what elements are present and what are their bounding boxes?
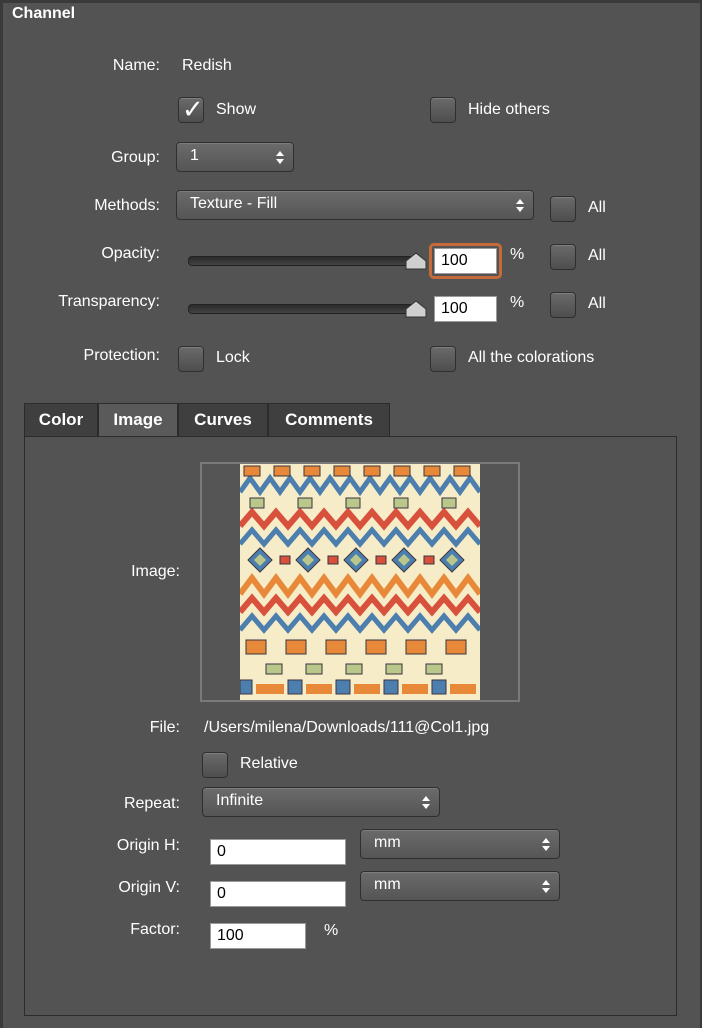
transparency-all-label: All — [588, 295, 606, 312]
relative-label: Relative — [240, 755, 298, 772]
factor-unit: % — [324, 922, 339, 939]
name-label: Name: — [112, 57, 160, 74]
texture-image — [240, 464, 480, 700]
origin-h-label: Origin H: — [116, 837, 180, 854]
opacity-all-label: All — [588, 247, 606, 264]
factor-label: Factor: — [130, 921, 180, 938]
transparency-all-checkbox[interactable] — [550, 292, 576, 318]
file-label: File: — [149, 719, 180, 736]
updown-arrows-icon — [275, 146, 285, 168]
group-select-value: 1 — [190, 147, 199, 164]
tab-image[interactable]: Image — [98, 403, 178, 437]
relative-checkbox[interactable] — [202, 752, 228, 778]
group-label: Group: — [111, 149, 160, 166]
origin-v-label: Origin V: — [118, 879, 180, 896]
all-colorations-checkbox[interactable] — [430, 346, 456, 372]
updown-arrows-icon — [541, 875, 551, 897]
origin-h-input[interactable]: 0 — [210, 839, 346, 865]
hide-others-checkbox[interactable] — [430, 97, 456, 123]
protection-label: Protection: — [83, 347, 160, 364]
origin-h-unit-select[interactable]: mm — [360, 829, 560, 859]
opacity-all-checkbox[interactable] — [550, 244, 576, 270]
lock-label: Lock — [216, 349, 250, 366]
repeat-select[interactable]: Infinite — [202, 787, 440, 817]
origin-v-unit-value: mm — [374, 876, 401, 893]
lock-checkbox[interactable] — [178, 346, 204, 372]
tab-color[interactable]: Color — [24, 403, 98, 437]
opacity-slider-track[interactable] — [188, 256, 418, 266]
repeat-label: Repeat: — [123, 795, 180, 812]
transparency-percent-sign: % — [510, 294, 525, 311]
methods-all-checkbox[interactable] — [550, 196, 576, 222]
methods-all-label: All — [588, 199, 606, 216]
methods-select-value: Texture - Fill — [190, 195, 278, 212]
checkmark-icon: ✓ — [182, 94, 204, 124]
group-select[interactable]: 1 — [176, 142, 294, 172]
tab-comments[interactable]: Comments — [268, 403, 390, 437]
image-preview-frame — [200, 462, 520, 702]
image-label: Image: — [131, 563, 180, 580]
methods-label: Methods: — [94, 197, 160, 214]
opacity-input[interactable]: 100 — [434, 248, 497, 274]
origin-v-input[interactable]: 0 — [210, 881, 346, 907]
methods-select[interactable]: Texture - Fill — [176, 190, 534, 220]
transparency-slider-track[interactable] — [188, 304, 418, 314]
factor-input[interactable]: 100 — [210, 923, 306, 949]
opacity-percent-sign: % — [510, 246, 525, 263]
tab-curves[interactable]: Curves — [178, 403, 268, 437]
show-checkbox[interactable]: ✓ — [178, 94, 204, 124]
opacity-slider-thumb[interactable] — [405, 252, 427, 270]
hide-others-label: Hide others — [468, 101, 550, 118]
transparency-input[interactable]: 100 — [434, 296, 497, 322]
texture-pattern-svg — [240, 464, 480, 700]
origin-v-unit-select[interactable]: mm — [360, 871, 560, 901]
transparency-label: Transparency: — [58, 293, 160, 310]
name-value: Redish — [182, 57, 232, 74]
repeat-select-value: Infinite — [216, 792, 264, 809]
window-left-border — [0, 0, 3, 1028]
file-path: /Users/milena/Downloads/111@Col1.jpg — [204, 719, 490, 736]
updown-arrows-icon — [421, 791, 431, 813]
panel-title: Channel — [12, 5, 76, 22]
show-label: Show — [216, 101, 257, 118]
transparency-slider-thumb[interactable] — [405, 300, 427, 318]
updown-arrows-icon — [541, 833, 551, 855]
opacity-label: Opacity: — [101, 245, 160, 262]
updown-arrows-icon — [515, 194, 525, 216]
window-top-border — [0, 0, 702, 3]
all-colorations-label: All the colorations — [468, 349, 595, 366]
origin-h-unit-value: mm — [374, 834, 401, 851]
